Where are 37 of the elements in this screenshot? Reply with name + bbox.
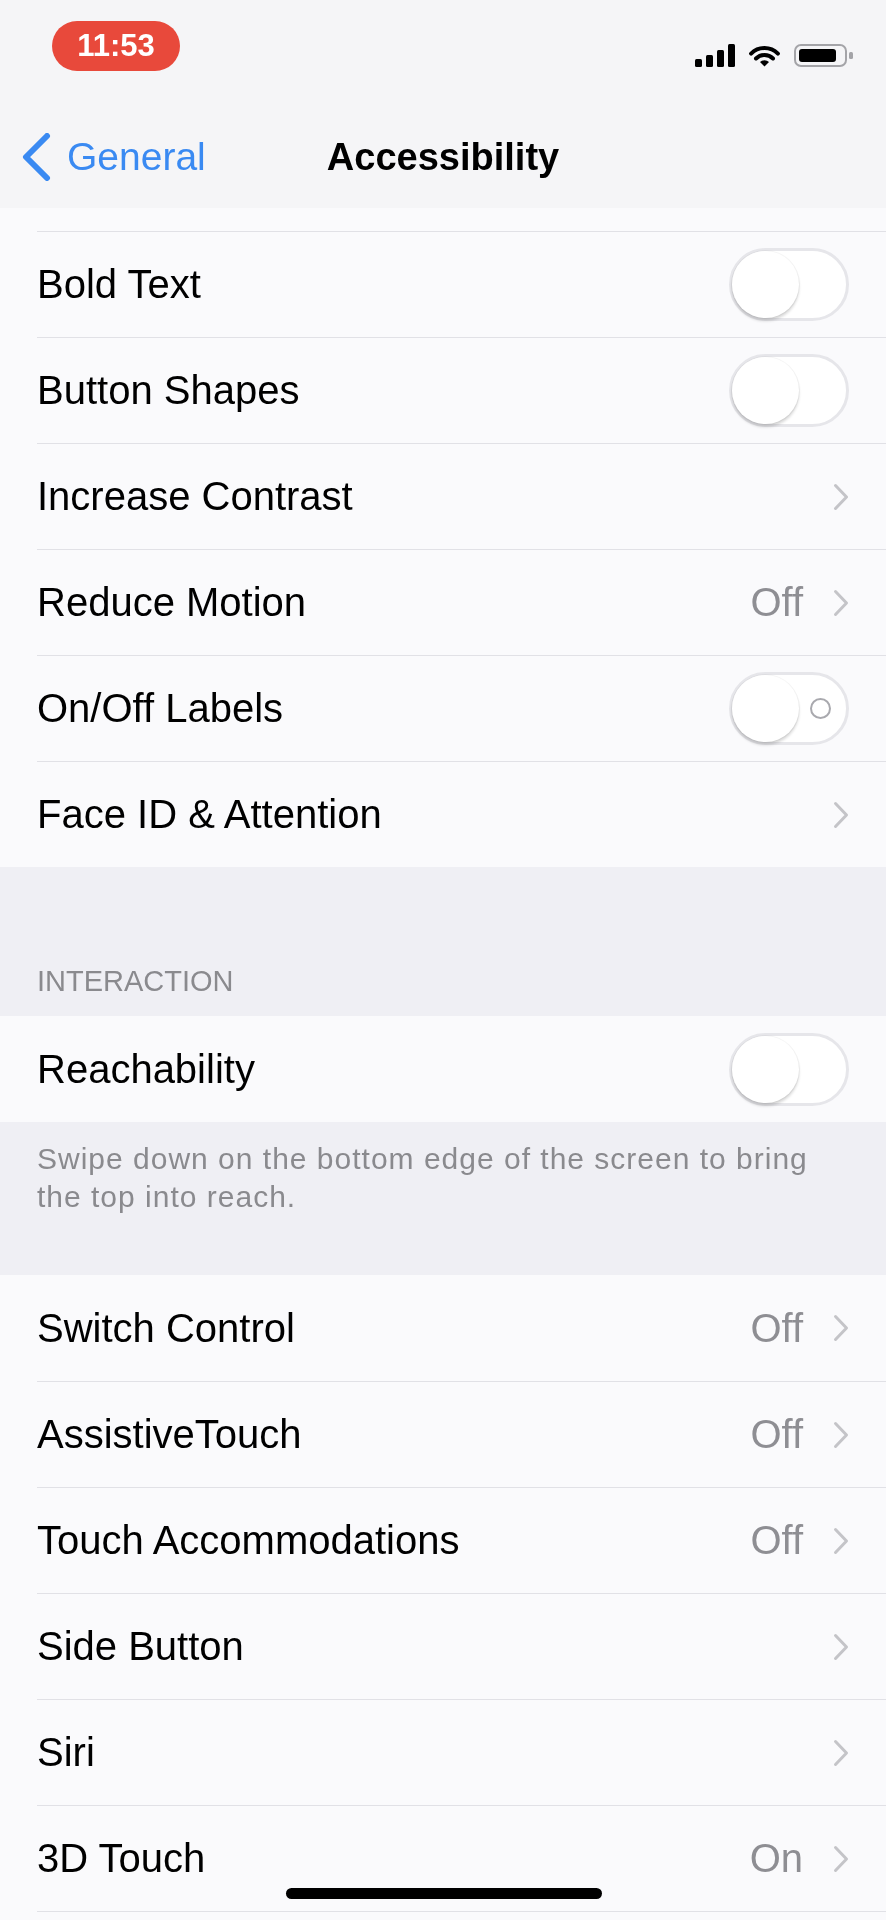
setting-label[interactable]: AssistiveTouch [37,1412,751,1457]
setting-label: Button Shapes [37,368,301,413]
setting-label: On/Off Labels [37,686,285,731]
chevron-icon [833,482,849,511]
signal-bars-icon [695,44,735,67]
section-footer: Swipe down on the bottom edge of the screen to bring the top into reach. [37,1140,849,1216]
chevron-icon [833,588,849,617]
setting-label[interactable]: Reduce Motion [37,580,751,625]
wifi-icon [747,44,782,67]
battery-icon [794,44,853,67]
time-indicator: 11:53 [52,21,180,71]
chevron-icon [833,1314,849,1342]
ring-icon [809,697,832,720]
setting-value: Off [750,1412,803,1457]
chevron-icon [833,800,849,829]
back-chevron-icon [21,133,51,181]
setting-value: Off [750,580,803,625]
setting-label[interactable]: Siri [37,1730,833,1775]
setting-label: Reachability [37,1046,256,1092]
setting-value: Off [750,1305,803,1351]
chevron-icon [833,1420,849,1449]
chevron-icon [833,1526,849,1555]
setting-label[interactable]: Touch Accommodations [37,1518,751,1563]
chevron-icon [833,1632,849,1661]
section-header: INTERACTION [37,964,234,999]
setting-value: On [749,1836,803,1881]
setting-label: Bold Text [37,262,202,307]
setting-label[interactable]: Side Button [37,1624,833,1669]
setting-value: Off [750,1518,803,1563]
setting-label[interactable]: Increase Contrast [37,474,833,519]
screen-title: Accessibility [326,135,560,179]
setting-label[interactable]: Face ID & Attention [37,792,833,837]
home-indicator[interactable] [286,1888,602,1899]
chevron-icon [833,1844,849,1873]
setting-label[interactable]: 3D Touch [37,1836,750,1881]
chevron-icon [833,1738,849,1767]
setting-label[interactable]: Switch Control [37,1305,751,1351]
